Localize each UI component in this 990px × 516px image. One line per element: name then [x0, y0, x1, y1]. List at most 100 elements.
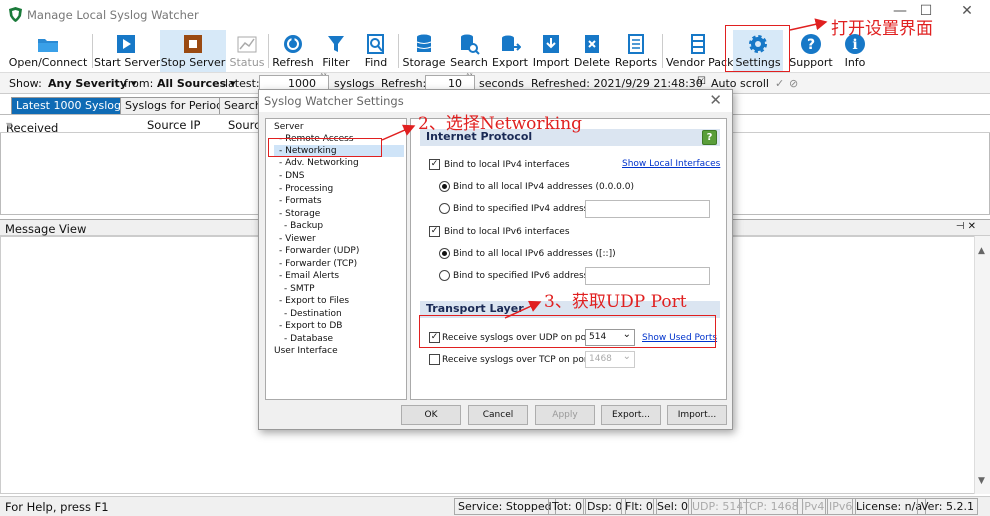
column-source[interactable]: Sourc [228, 118, 260, 132]
tree-item-formats[interactable]: - Formats [279, 195, 322, 207]
open-connect-button[interactable]: Open/Connect [8, 30, 88, 72]
tree-item-server[interactable]: Server [274, 121, 304, 133]
tree-item-storage[interactable]: - Storage [279, 208, 320, 220]
help-icon[interactable]: ? [702, 130, 717, 145]
support-button[interactable]: ? Support [788, 30, 834, 72]
pin-close-icon[interactable]: ⊣ ✕ [956, 221, 976, 232]
bind-all-ipv4-radio[interactable] [439, 181, 450, 192]
show-local-interfaces-link[interactable]: Show Local Interfaces [622, 159, 720, 169]
find-label: Find [364, 56, 388, 69]
status-filtered: Flt: 0 [621, 498, 657, 515]
close-button[interactable]: ✕ [955, 3, 979, 19]
vertical-scrollbar[interactable]: ▲ ▼ [974, 236, 990, 494]
tree-item-database[interactable]: - Database [284, 333, 333, 345]
annotation-select-networking: 2、选择Networking [418, 114, 583, 134]
export-button[interactable]: Export [490, 30, 530, 72]
vendor-pack-button[interactable]: Vendor Pack [666, 30, 733, 72]
from-label: from: [124, 77, 154, 90]
status-label: Status [229, 56, 265, 69]
bind-all-ipv4-label: Bind to all local IPv4 addresses (0.0.0.… [453, 182, 635, 192]
tree-item-forwarder-tcp[interactable]: - Forwarder (TCP) [279, 258, 357, 270]
tree-item-processing[interactable]: - Processing [279, 183, 333, 195]
sources-dropdown[interactable]: All Sources ▾ [157, 77, 236, 90]
database-icon [416, 34, 432, 52]
tree-item-smtp[interactable]: - SMTP [284, 283, 315, 295]
reports-icon [628, 34, 644, 54]
tree-item-user-interface[interactable]: User Interface [274, 345, 338, 357]
stop-icon [184, 35, 202, 53]
autoscroll-checkbox[interactable]: ☑ [697, 76, 706, 87]
status-version: Ver: 5.2.1 [917, 498, 978, 515]
find-button[interactable]: Find [360, 30, 392, 72]
scroll-up-icon[interactable]: ▲ [978, 246, 985, 256]
tree-item-export-to-db[interactable]: - Export to DB [279, 320, 342, 332]
reports-label: Reports [614, 56, 658, 69]
status-button[interactable]: Status [228, 30, 266, 72]
export-label: Export [491, 56, 528, 69]
bind-all-ipv6-radio[interactable] [439, 248, 450, 259]
tcp-port-label: Receive syslogs over TCP on port: [442, 355, 595, 365]
tree-item-backup[interactable]: - Backup [284, 220, 323, 232]
stop-server-button[interactable]: Stop Server [160, 30, 226, 72]
latest-label: latest: [225, 77, 260, 90]
storage-button[interactable]: Storage [402, 30, 446, 72]
bind-ipv4-checkbox[interactable]: ✓ [429, 159, 440, 170]
tree-item-email-alerts[interactable]: - Email Alerts [279, 270, 339, 282]
status-selected: Sel: 0 [653, 498, 693, 515]
help-icon: ? [801, 34, 821, 54]
search-button[interactable]: Search [450, 30, 488, 72]
ok-button[interactable]: OK [401, 405, 461, 425]
tab-syslogs-for-period[interactable]: Syslogs for Period [120, 97, 229, 114]
tcp-port-combo[interactable]: 1468 [585, 351, 635, 368]
ipv4-address-input[interactable] [585, 200, 710, 218]
check-icon[interactable]: ✓ [775, 77, 784, 90]
annotation-get-udp-port: 3、获取UDP Port [544, 292, 687, 312]
import-label: Import [532, 56, 570, 69]
column-source-ip[interactable]: Source IP [147, 118, 200, 132]
tcp-checkbox[interactable] [429, 354, 440, 365]
annotation-open-settings: 打开设置界面 [831, 19, 933, 39]
bind-specified-ipv6-label: Bind to specified IPv6 address: [453, 271, 592, 281]
reports-button[interactable]: Reports [614, 30, 658, 72]
bind-specified-ipv4-label: Bind to specified IPv4 address: [453, 204, 592, 214]
apply-button[interactable]: Apply [535, 405, 595, 425]
tree-item-viewer[interactable]: - Viewer [279, 233, 316, 245]
status-service: Service: Stopped [454, 498, 556, 515]
networking-highlight-box [268, 138, 382, 157]
tab-search[interactable]: Search [219, 97, 259, 114]
tree-item-destination[interactable]: - Destination [284, 308, 342, 320]
search-icon [461, 34, 480, 55]
bind-ipv6-checkbox[interactable]: ✓ [429, 226, 440, 237]
find-icon [367, 34, 384, 54]
udp-highlight-box [419, 315, 716, 348]
message-view-title: Message View [5, 222, 87, 236]
stop-server-label: Stop Server [160, 56, 226, 69]
bind-all-ipv6-label: Bind to all local IPv6 addresses ([::]) [453, 249, 616, 259]
bind-specified-ipv6-radio[interactable] [439, 270, 450, 281]
support-label: Support [789, 56, 833, 69]
delete-icon [585, 35, 599, 53]
bind-ipv6-label: Bind to local IPv6 interfaces [444, 227, 570, 237]
tree-item-forwarder-udp[interactable]: - Forwarder (UDP) [279, 245, 359, 257]
tree-item-adv-networking[interactable]: - Adv. Networking [279, 157, 359, 169]
ipv6-address-input[interactable] [585, 267, 710, 285]
cancel-icon[interactable]: ⊘ [789, 77, 798, 90]
svg-text:?: ? [807, 37, 815, 53]
tree-item-dns[interactable]: - DNS [279, 170, 304, 182]
export-settings-button[interactable]: Export... [601, 405, 661, 425]
cancel-button[interactable]: Cancel [468, 405, 528, 425]
refresh-button[interactable]: Refresh [272, 30, 314, 72]
filter-button[interactable]: Filter [318, 30, 354, 72]
import-settings-button[interactable]: Import... [667, 405, 727, 425]
delete-button[interactable]: Delete [572, 30, 612, 72]
scroll-down-icon[interactable]: ▼ [978, 476, 985, 486]
help-text: For Help, press F1 [5, 500, 109, 514]
tree-item-export-to-files[interactable]: - Export to Files [279, 295, 349, 307]
import-button[interactable]: Import [532, 30, 570, 72]
bind-specified-ipv4-radio[interactable] [439, 203, 450, 214]
dialog-close-icon[interactable]: ✕ [709, 91, 722, 109]
start-server-button[interactable]: Start Server [94, 30, 160, 72]
play-icon [117, 35, 135, 53]
status-displayed: Dsp: 0 [583, 498, 627, 515]
tab-latest-syslogs[interactable]: Latest 1000 Syslogs [11, 97, 132, 114]
